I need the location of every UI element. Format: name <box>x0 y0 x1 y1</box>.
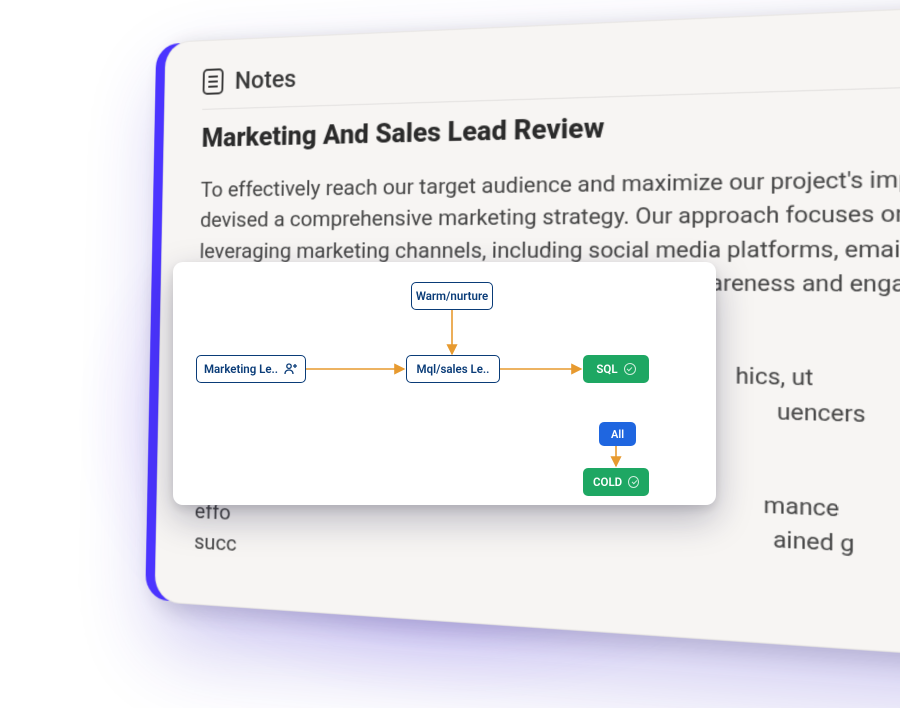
notes-icon <box>203 68 224 95</box>
flow-node-marketing[interactable]: Marketing Le.. <box>196 355 306 383</box>
flow-node-cold[interactable]: COLD <box>583 468 649 496</box>
flowchart-card: Warm/nurture Marketing Le.. Mql/sales Le… <box>173 262 716 505</box>
flow-node-label: Warm/nurture <box>416 289 488 303</box>
notes-panel-title: Notes <box>235 64 297 94</box>
person-icon <box>284 363 298 375</box>
flow-node-label: All <box>611 428 624 441</box>
flow-node-mql[interactable]: Mql/sales Le.. <box>406 355 500 383</box>
flow-node-label: Mql/sales Le.. <box>417 362 490 376</box>
flow-node-warm[interactable]: Warm/nurture <box>411 282 493 310</box>
flow-node-label: SQL <box>596 362 617 376</box>
flow-node-label: COLD <box>593 475 622 489</box>
flow-node-all[interactable]: All <box>599 422 636 446</box>
notes-header: Notes <box>202 35 900 110</box>
check-icon <box>628 476 639 488</box>
note-heading: Marketing And Sales Lead Review <box>201 101 900 154</box>
stage: success for our project. efforts, we aim… <box>0 0 900 708</box>
check-icon <box>624 363 636 375</box>
flow-node-sql[interactable]: SQL <box>583 355 649 383</box>
flow-node-label: Marketing Le.. <box>204 362 278 376</box>
